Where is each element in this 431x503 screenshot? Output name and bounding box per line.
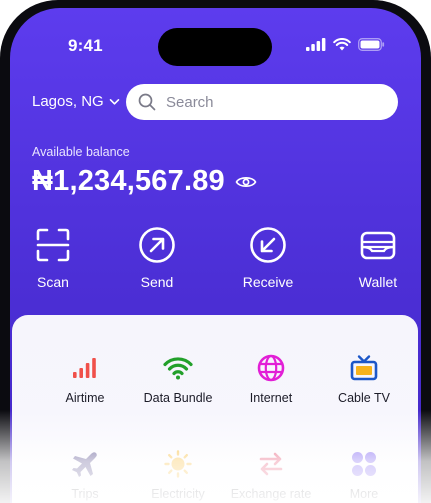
app-screen: 9:41 Lagos, NG Search Available balance … — [10, 8, 421, 503]
battery-icon — [358, 38, 385, 51]
send-icon — [139, 227, 175, 263]
service-label: Exchange rate — [230, 487, 312, 501]
service-label: Cable TV — [338, 391, 390, 405]
scan-button[interactable]: Scan — [10, 226, 98, 290]
wallet-icon — [360, 231, 396, 260]
location-label: Lagos, NG — [32, 93, 104, 110]
services-panel: Airtime Data Bundle Internet Cable TV Tr… — [12, 315, 418, 503]
service-exchange-rate[interactable]: Exchange rate — [221, 449, 321, 501]
grid-icon — [352, 452, 376, 476]
service-label: Data Bundle — [143, 391, 213, 405]
service-electricity[interactable]: Electricity — [128, 449, 228, 501]
wifi-icon — [163, 357, 193, 380]
quick-actions: Scan Send Receive Wallet — [10, 226, 421, 296]
search-input[interactable] — [166, 93, 366, 111]
wifi-status-icon — [333, 38, 351, 51]
globe-icon — [257, 354, 285, 382]
service-cable-tv[interactable]: Cable TV — [314, 353, 414, 405]
scan-icon — [36, 228, 70, 262]
phone-frame: 9:41 Lagos, NG Search Available balance … — [0, 0, 431, 503]
location-selector[interactable]: Lagos, NG — [32, 93, 120, 110]
exchange-icon — [259, 452, 283, 476]
airplane-icon — [72, 452, 97, 477]
status-icons — [306, 38, 385, 51]
receive-label: Receive — [242, 274, 294, 290]
receive-icon — [250, 227, 286, 263]
service-data-bundle[interactable]: Data Bundle — [128, 353, 228, 405]
service-internet[interactable]: Internet — [221, 353, 321, 405]
signal-bars-icon — [73, 358, 96, 378]
send-label: Send — [140, 274, 174, 290]
wallet-button[interactable]: Wallet — [333, 226, 421, 290]
balance-amount: ₦1,234,567.89 — [32, 165, 225, 197]
service-label: Airtime — [65, 391, 105, 405]
sun-icon — [164, 450, 192, 478]
service-label: Trips — [71, 487, 99, 501]
tv-icon — [350, 355, 378, 381]
receive-button[interactable]: Receive — [223, 226, 313, 290]
search-bar[interactable] — [126, 84, 398, 120]
eye-icon[interactable] — [235, 174, 257, 190]
service-label: More — [349, 487, 379, 501]
chevron-down-icon — [109, 98, 120, 105]
service-airtime[interactable]: Airtime — [35, 353, 135, 405]
service-label: Electricity — [151, 487, 205, 501]
status-time: 9:41 — [68, 36, 103, 55]
service-label: Internet — [249, 391, 293, 405]
balance-row: ₦1,234,567.89 — [32, 165, 257, 198]
service-trips[interactable]: Trips — [35, 449, 135, 501]
balance-label: Available balance — [32, 145, 130, 159]
wallet-label: Wallet — [358, 274, 398, 290]
search-icon — [138, 93, 156, 111]
service-more[interactable]: More — [314, 449, 414, 501]
scan-label: Scan — [37, 274, 69, 290]
send-button[interactable]: Send — [112, 226, 202, 290]
cellular-signal-icon — [306, 38, 326, 51]
dynamic-island — [158, 28, 272, 66]
